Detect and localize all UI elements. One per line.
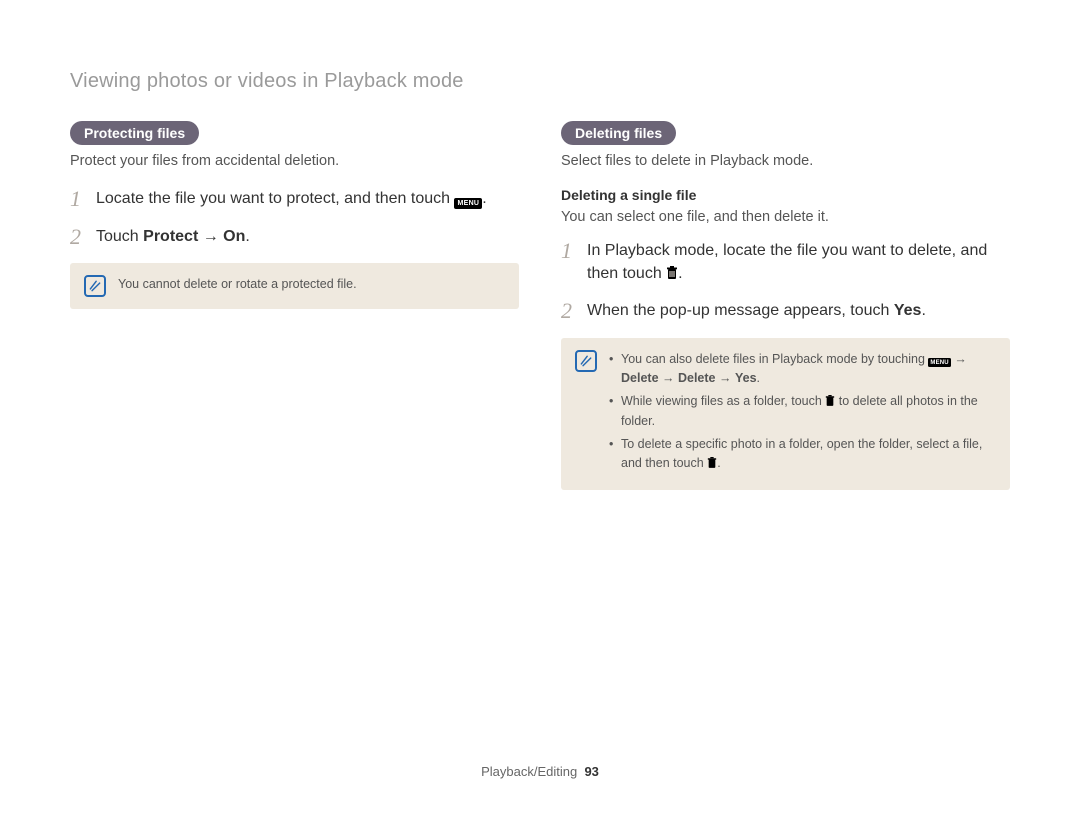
note-text-part: . (757, 371, 760, 385)
deleting-intro: Select files to delete in Playback mode. (561, 153, 1010, 169)
protecting-intro: Protect your files from accidental delet… (70, 153, 519, 169)
right-note-box: You can also delete files in Playback mo… (561, 338, 1010, 490)
trash-icon (825, 393, 835, 404)
left-step-2: 2 Touch Protect → On. (70, 225, 519, 249)
note-list: You can also delete files in Playback mo… (609, 350, 996, 478)
footer-section: Playback/Editing (481, 764, 577, 779)
note-text-part: To delete a specific photo in a folder, … (621, 437, 982, 470)
content-columns: Protecting files Protect your files from… (70, 121, 1010, 490)
note-icon (575, 350, 597, 372)
note-text-bold: Delete (621, 371, 659, 385)
deleting-single-subheading: Deleting a single file (561, 187, 1010, 203)
arrow-icon: → (716, 371, 735, 385)
trash-icon (707, 455, 717, 466)
footer-page-number: 93 (584, 764, 598, 779)
note-text-part: While viewing files as a folder, touch (621, 394, 825, 408)
step-text: Locate the file you want to protect, and… (96, 187, 487, 210)
menu-icon: MENU (454, 198, 482, 209)
arrow-icon: → (659, 371, 678, 385)
right-column: Deleting files Select files to delete in… (561, 121, 1010, 490)
step-number: 2 (561, 299, 577, 323)
page-title: Viewing photos or videos in Playback mod… (70, 70, 1010, 93)
step-text-part: . (678, 265, 682, 282)
step-number: 2 (70, 225, 86, 249)
step-text-part: . (921, 302, 925, 319)
note-text-part: You can also delete files in Playback mo… (621, 352, 928, 366)
note-item: To delete a specific photo in a folder, … (609, 435, 996, 474)
note-text: You cannot delete or rotate a protected … (118, 275, 357, 294)
note-icon (84, 275, 106, 297)
step-text-part: In Playback mode, locate the file you wa… (587, 242, 987, 282)
step-number: 1 (70, 187, 86, 211)
arrow-icon: → (198, 228, 223, 245)
page-footer: Playback/Editing 93 (0, 764, 1080, 779)
deleting-single-intro: You can select one file, and then delete… (561, 209, 1010, 225)
step-number: 1 (561, 239, 577, 263)
right-step-2: 2 When the pop-up message appears, touch… (561, 299, 1010, 323)
step-text: Touch Protect → On. (96, 225, 250, 248)
note-item: While viewing files as a folder, touch t… (609, 392, 996, 431)
arrow-icon: → (951, 352, 967, 366)
note-text-bold: Delete (678, 371, 716, 385)
step-text-bold: Yes (894, 302, 922, 319)
left-note-box: You cannot delete or rotate a protected … (70, 263, 519, 309)
step-text-part: Locate the file you want to protect, and… (96, 190, 454, 207)
step-text: When the pop-up message appears, touch Y… (587, 299, 926, 322)
protecting-files-heading: Protecting files (70, 121, 199, 145)
deleting-files-heading: Deleting files (561, 121, 676, 145)
step-text-bold: Protect (143, 228, 198, 245)
step-text-bold: On (223, 228, 245, 245)
step-text-part: . (245, 228, 249, 245)
step-text: In Playback mode, locate the file you wa… (587, 239, 1010, 285)
note-text-bold: Yes (735, 371, 757, 385)
menu-icon: MENU (928, 358, 950, 367)
note-text-part: . (717, 456, 720, 470)
note-item: You can also delete files in Playback mo… (609, 350, 996, 389)
right-step-1: 1 In Playback mode, locate the file you … (561, 239, 1010, 285)
step-text-part: . (482, 190, 486, 207)
step-text-part: When the pop-up message appears, touch (587, 302, 894, 319)
left-column: Protecting files Protect your files from… (70, 121, 519, 490)
trash-icon (666, 264, 678, 278)
step-text-part: Touch (96, 228, 143, 245)
left-step-1: 1 Locate the file you want to protect, a… (70, 187, 519, 211)
